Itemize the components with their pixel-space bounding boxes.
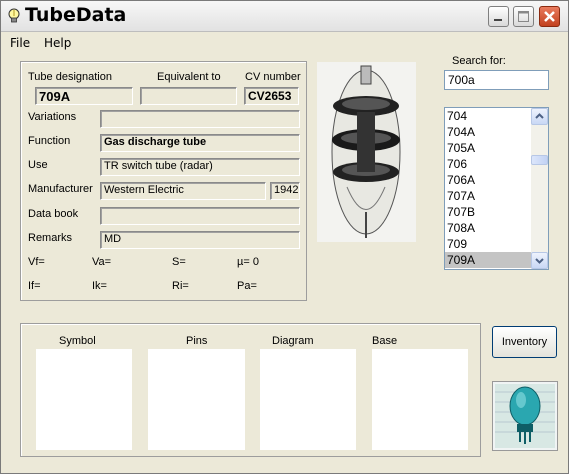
inventory-button[interactable]: Inventory [492, 326, 557, 358]
databook-field[interactable] [100, 207, 300, 225]
ri-value: Ri= [172, 280, 189, 292]
databook-label: Data book [28, 208, 79, 220]
menu-bar: File Help [1, 32, 568, 54]
search-input[interactable] [444, 70, 549, 90]
window-title: TubeData [25, 4, 127, 26]
pa-value: Pa= [237, 280, 257, 292]
mu-value: µ= 0 [237, 256, 259, 268]
tube-photo-image [331, 65, 401, 238]
function-label: Function [28, 135, 71, 147]
lightbulb-icon [8, 8, 20, 23]
if-value: If= [28, 280, 41, 292]
variations-field[interactable] [100, 110, 300, 128]
manufacturer-field[interactable]: Western Electric [100, 182, 266, 200]
symbol-label: Symbol [59, 335, 96, 347]
equivalent-label: Equivalent to [157, 71, 221, 83]
app-window: TubeData File Help Tube designation Equi… [0, 0, 569, 474]
scroll-up-button[interactable] [531, 108, 548, 125]
tube-list[interactable]: 704 704A 705A 706 706A 707A 707B 708A 70… [444, 107, 549, 270]
va-value: Va= [92, 256, 112, 268]
close-button[interactable] [539, 6, 560, 27]
base-label: Base [372, 335, 398, 347]
list-scrollbar[interactable] [531, 108, 548, 269]
menu-help[interactable]: Help [44, 36, 71, 50]
pins-image [148, 349, 245, 450]
function-field[interactable]: Gas discharge tube [100, 134, 300, 152]
chevron-down-icon [535, 258, 544, 264]
menu-file[interactable]: File [10, 36, 30, 50]
base-image [372, 349, 468, 450]
diagram-label: Diagram [272, 335, 314, 347]
vf-value: Vf= [28, 256, 45, 268]
ik-value: Ik= [92, 280, 107, 292]
tube-logo-icon [495, 384, 555, 448]
manufacturer-label: Manufacturer [28, 183, 93, 195]
title-bar[interactable]: TubeData [1, 1, 568, 32]
chevron-up-icon [535, 113, 544, 119]
tube-designation-label: Tube designation [28, 71, 112, 83]
minimize-icon [494, 19, 502, 21]
s-value: S= [172, 256, 186, 268]
variations-label: Variations [28, 111, 77, 123]
cv-number-field[interactable]: CV2653 [244, 87, 299, 105]
use-label: Use [28, 159, 48, 171]
cv-number-label: CV number [245, 71, 301, 83]
tubedata-logo [492, 381, 558, 451]
remarks-field[interactable]: MD [100, 231, 300, 249]
scroll-down-button[interactable] [531, 252, 548, 269]
tube-designation-field[interactable]: 709A [35, 87, 133, 105]
diagram-image [260, 349, 356, 450]
search-label: Search for: [452, 55, 506, 67]
symbol-image [36, 349, 132, 450]
minimize-button[interactable] [488, 6, 509, 27]
equivalent-field[interactable] [140, 87, 237, 105]
year-field[interactable]: 1942 [270, 182, 300, 200]
maximize-icon [518, 11, 529, 22]
close-icon [544, 11, 555, 22]
tube-photo [317, 62, 416, 242]
scroll-thumb[interactable] [531, 155, 548, 165]
use-field[interactable]: TR switch tube (radar) [100, 158, 300, 176]
remarks-label: Remarks [28, 232, 73, 244]
pins-label: Pins [186, 335, 208, 347]
maximize-button[interactable] [513, 6, 534, 27]
